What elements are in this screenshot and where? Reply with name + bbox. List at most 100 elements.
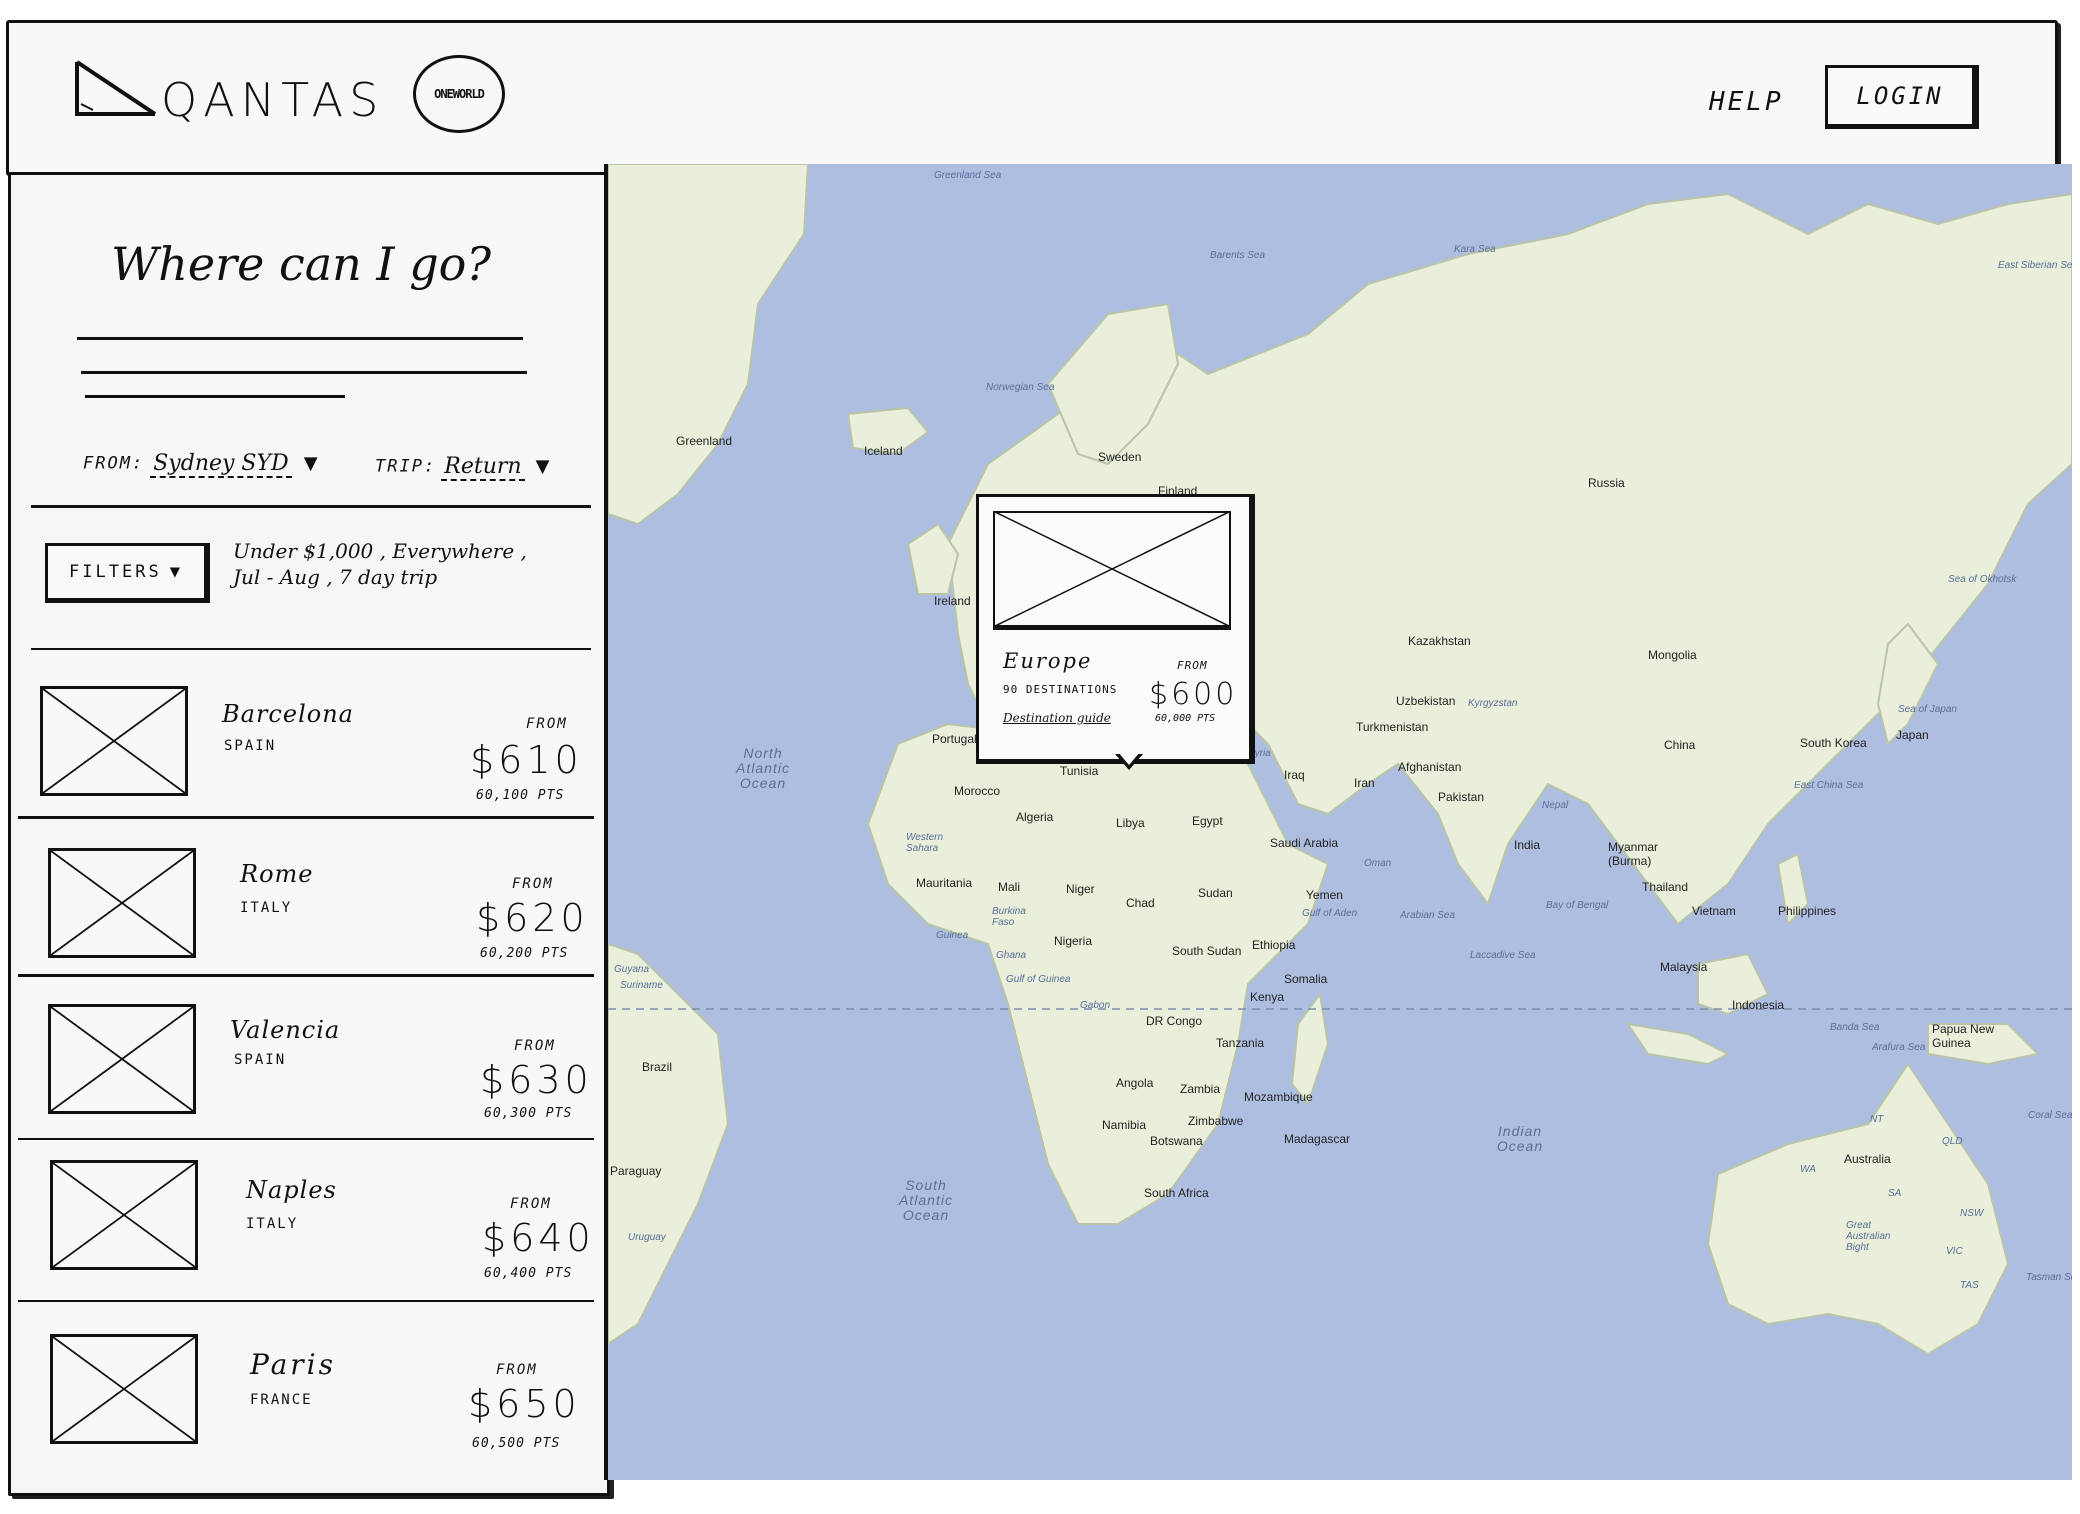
destination-points: 60,100 PTS xyxy=(476,788,565,803)
destination-points: 60,500 PTS xyxy=(472,1436,561,1451)
region-points: 60,000 PTS xyxy=(1155,713,1216,724)
destination-country: ITALY xyxy=(246,1216,299,1232)
map-label: Iran xyxy=(1354,776,1375,790)
trip-value[interactable]: Return xyxy=(441,454,525,481)
map-label: Malaysia xyxy=(1660,960,1708,974)
map-label: Botswana xyxy=(1150,1134,1203,1148)
map-label: Sudan xyxy=(1198,886,1233,900)
image-placeholder xyxy=(50,1334,198,1444)
placeholder-text-line xyxy=(85,395,345,398)
from-label: FROM xyxy=(512,876,554,892)
filters-button[interactable]: FILTERS ▼ xyxy=(45,543,210,603)
map-label: Tunisia xyxy=(1060,764,1099,778)
map-label: Vietnam xyxy=(1692,904,1736,918)
origin-value[interactable]: Sydney SYD xyxy=(150,451,292,478)
destination-name: Valencia xyxy=(230,1016,341,1044)
destination-country: FRANCE xyxy=(250,1392,313,1408)
map-label: Paraguay xyxy=(610,1164,662,1178)
map-label: VIC xyxy=(1946,1246,1963,1257)
destination-card[interactable]: Rome ITALY FROM $620 60,200 PTS xyxy=(18,822,594,977)
trip-type-selector[interactable]: TRIP: Return ▼ xyxy=(375,454,550,481)
map-label: Nepal xyxy=(1542,800,1569,811)
login-button[interactable]: LOGIN xyxy=(1825,65,1979,129)
map-label: Guyana xyxy=(614,964,650,975)
map-label: TAS xyxy=(1960,1280,1979,1291)
from-label: FROM xyxy=(514,1038,556,1054)
map-label: Ghana xyxy=(996,950,1027,961)
map-label: Bay of Bengal xyxy=(1546,900,1609,911)
search-title: Where can I go? xyxy=(111,237,491,291)
destination-points: 60,400 PTS xyxy=(484,1266,573,1281)
filters-button-label: FILTERS xyxy=(69,562,162,582)
map-label: Indonesia xyxy=(1732,998,1785,1012)
map-label: Afghanistan xyxy=(1398,760,1462,774)
map-label: Sea of Okhotsk xyxy=(1948,574,2017,585)
destination-guide-link[interactable]: Destination guide xyxy=(1003,711,1111,725)
map-label: Guinea xyxy=(936,930,969,941)
destination-name: Rome xyxy=(240,860,314,888)
destination-price: $610 xyxy=(470,738,583,782)
map-label: Iceland xyxy=(864,444,903,458)
brand-name[interactable]: QANTAS xyxy=(161,73,384,127)
map-label: Gabon xyxy=(1080,1000,1111,1011)
map-label: SA xyxy=(1888,1188,1902,1199)
map-label: Burkina Faso xyxy=(992,906,1026,928)
map-label: Sweden xyxy=(1098,450,1142,464)
popover-pointer-fill xyxy=(1118,752,1140,765)
map-label: Morocco xyxy=(954,784,1001,798)
region-popover-card[interactable]: Europe 90 DESTINATIONS Destination guide… xyxy=(976,494,1255,764)
map-label: Japan xyxy=(1896,728,1929,742)
destination-card[interactable]: Barcelona SPAIN FROM $610 60,100 PTS xyxy=(18,650,594,819)
destination-card[interactable]: Valencia SPAIN FROM $630 60,300 PTS xyxy=(18,978,594,1141)
destination-count: 90 DESTINATIONS xyxy=(1003,683,1118,696)
destination-points: 60,200 PTS xyxy=(480,946,569,961)
oneworld-badge: ONEWORLD xyxy=(413,55,505,133)
destination-price: $650 xyxy=(468,1382,581,1426)
map-label: QLD xyxy=(1942,1136,1963,1147)
map-label: NSW xyxy=(1960,1208,1984,1219)
map-label: NT xyxy=(1870,1114,1884,1125)
map-label: India xyxy=(1514,838,1541,852)
map-label: Western Sahara xyxy=(906,832,944,854)
map-label: Uruguay xyxy=(628,1232,666,1243)
map-label: Laccadive Sea xyxy=(1470,950,1536,961)
from-label: FROM xyxy=(510,1196,552,1212)
map-label: South Korea xyxy=(1800,736,1867,750)
map-label: Mongolia xyxy=(1648,648,1697,662)
placeholder-text-line xyxy=(77,337,523,340)
map-label: Kara Sea xyxy=(1454,244,1496,255)
chevron-down-icon[interactable]: ▼ xyxy=(304,453,318,474)
help-link[interactable]: HELP xyxy=(1709,87,1784,117)
map-label: Ethiopia xyxy=(1252,938,1296,952)
image-placeholder xyxy=(992,510,1232,630)
map-label: Niger xyxy=(1066,882,1095,896)
placeholder-text-line xyxy=(81,371,527,374)
map-label: Suriname xyxy=(620,980,663,991)
map-label: Tasman Sea xyxy=(2026,1272,2072,1283)
destination-card[interactable]: Paris FRANCE FROM $650 60,500 PTS xyxy=(18,1302,594,1470)
destination-points: 60,300 PTS xyxy=(484,1106,573,1121)
map-label: Iraq xyxy=(1284,768,1305,782)
image-placeholder xyxy=(50,1160,198,1270)
origin-selector[interactable]: FROM: Sydney SYD ▼ xyxy=(83,451,318,478)
from-label: FROM xyxy=(1177,659,1208,672)
map-label: Madagascar xyxy=(1284,1132,1351,1146)
chevron-down-icon: ▼ xyxy=(169,562,183,582)
chevron-down-icon[interactable]: ▼ xyxy=(536,456,550,477)
destination-name: Paris xyxy=(250,1348,336,1381)
destination-country: SPAIN xyxy=(234,1052,287,1068)
map-label: Philippines xyxy=(1778,904,1837,918)
map-label: South Atlantic Ocean xyxy=(899,1177,953,1223)
map-label: DR Congo xyxy=(1146,1014,1203,1028)
destination-card[interactable]: Naples ITALY FROM $640 60,400 PTS xyxy=(18,1140,594,1303)
destination-price: $640 xyxy=(482,1216,595,1260)
map-label: Greenland xyxy=(676,434,733,448)
map-label: Mozambique xyxy=(1244,1090,1313,1104)
map-label: Libya xyxy=(1116,816,1145,830)
trip-label: TRIP: xyxy=(375,456,437,477)
map-label: Thailand xyxy=(1642,880,1689,894)
filters-panel: FILTERS ▼ Under $1,000 , Everywhere , Ju… xyxy=(31,505,591,651)
from-label: FROM: xyxy=(83,453,145,474)
map-label: East Siberian Sea xyxy=(1998,260,2072,271)
world-map[interactable]: Greenland Sea Barents Sea Kara Sea East … xyxy=(604,164,2072,1480)
